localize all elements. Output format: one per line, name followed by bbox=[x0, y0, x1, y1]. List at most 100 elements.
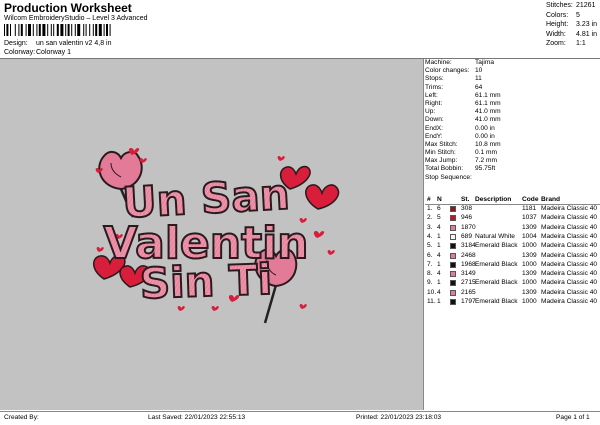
stop-cell-desc: Emerald Black bbox=[475, 260, 518, 268]
barcode-bar bbox=[53, 24, 55, 36]
stop-cell-code: 1181 bbox=[522, 205, 537, 212]
stop-cell-code: 1309 bbox=[522, 251, 537, 259]
machine-info-row: Machine: Tajima bbox=[425, 59, 600, 67]
summary-row: Height: 3.23 in bbox=[546, 21, 598, 29]
footer-created: Created By: bbox=[4, 414, 39, 421]
stop-table-row: 8. 4 3149 1309 Madeira Classic 40 bbox=[425, 270, 600, 279]
machine-info-key: EndX: bbox=[425, 124, 443, 132]
barcode-bar bbox=[67, 24, 70, 36]
machine-info-value: 41.0 mm bbox=[475, 116, 501, 124]
thread-color-swatch bbox=[450, 280, 456, 287]
machine-info-value: 10 bbox=[475, 67, 483, 75]
machine-info-value: 0.1 mm bbox=[475, 149, 497, 157]
barcode-bar bbox=[18, 24, 20, 36]
stop-table-row: 4. 1 689 Natural White 1004 Madeira Classic 4… bbox=[425, 233, 600, 242]
thread-color-swatch bbox=[450, 261, 456, 268]
stop-table-row: 7. 1 1968 Emerald Black 1000 Madeira Classic … bbox=[425, 261, 600, 270]
footer: Created By: Last Saved: 22/01/2023 22:55… bbox=[0, 411, 600, 425]
barcode-bar bbox=[74, 24, 76, 36]
stop-cell-n: 6 bbox=[437, 205, 441, 212]
barcode-bar bbox=[83, 24, 85, 36]
barcode-bar bbox=[36, 24, 38, 36]
machine-info-key: Stops: bbox=[425, 75, 444, 83]
stop-cell-brand: Madeira Classic 40 bbox=[541, 298, 598, 305]
summary-panel: Stitches: 21261 Colors: 5 Height: 3.23 in W… bbox=[546, 1, 597, 49]
stop-cell-brand: Madeira Classic 40 bbox=[541, 205, 598, 212]
stop-cell-st: 2165 bbox=[461, 288, 476, 296]
col-header-num: # bbox=[427, 196, 431, 203]
barcode-bar bbox=[71, 24, 73, 36]
machine-info-key: Trims: bbox=[425, 83, 444, 91]
stop-cell-n: 1 bbox=[437, 232, 441, 240]
software-name: Wilcom EmbroideryStudio – Level 3 Advanc… bbox=[4, 15, 148, 22]
stop-table-row: 6. 4 2468 1309 Madeira Classic 40 bbox=[425, 252, 600, 261]
stop-cell-st: 3149 bbox=[461, 270, 476, 278]
design-text: Un San Valentin Sin Ti bbox=[102, 169, 309, 310]
stop-cell-num: 10. bbox=[427, 288, 437, 296]
summary-row: Zoom: 1:1 bbox=[546, 40, 586, 48]
stop-cell-brand: Madeira Classic 40 bbox=[541, 242, 598, 250]
machine-info-row: Down: 41.0 mm bbox=[425, 116, 600, 124]
barcode-bar bbox=[47, 24, 49, 36]
machine-info-row: Stops: 11 bbox=[425, 75, 600, 83]
barcode-bar bbox=[85, 24, 87, 36]
stop-cell-n: 4 bbox=[437, 251, 441, 259]
stop-table-row: 2. 5 946 1037 Madeira Classic 40 bbox=[425, 214, 600, 223]
stop-cell-st: 308 bbox=[461, 205, 473, 212]
machine-info-row: Min Stitch: 0.1 mm bbox=[425, 149, 600, 157]
machine-info-value: 0.00 in bbox=[475, 124, 495, 132]
machine-info-value: 95.75ft bbox=[475, 165, 496, 173]
stop-table-header: # N St. Description Code Brand bbox=[425, 196, 600, 205]
thread-color-swatch bbox=[450, 252, 456, 259]
footer-saved: Last Saved: 22/01/2023 22:55:13 bbox=[148, 414, 246, 421]
barcode-bar bbox=[25, 24, 27, 36]
col-header-brand: Brand bbox=[541, 196, 561, 203]
stop-cell-code: 1000 bbox=[522, 298, 537, 305]
machine-info-row: EndY: 0.00 in bbox=[425, 133, 600, 141]
design-text-line3: Sin Ti bbox=[139, 255, 273, 309]
barcode-bar bbox=[42, 24, 46, 36]
machine-info-value: 41.0 mm bbox=[475, 108, 501, 116]
design-name: un san valentin v2 4,8 in bbox=[36, 40, 112, 47]
machine-info-row: Max Jump: 7.2 mm bbox=[425, 157, 600, 165]
stop-table-row: 10. 4 2165 1309 Madeira Classic 40 bbox=[425, 289, 600, 298]
barcode-bar bbox=[89, 24, 91, 36]
machine-info-key: Up: bbox=[425, 108, 436, 116]
stop-cell-brand: Madeira Classic 40 bbox=[541, 270, 598, 278]
barcode-bar bbox=[50, 24, 52, 36]
stop-table-row: 5. 1 3184 Emerald Black 1000 Madeira Classic … bbox=[425, 242, 600, 251]
stop-table-row: 9. 1 2715 Emerald Black 1000 Madeira Classic … bbox=[425, 279, 600, 288]
machine-info-key: EndY: bbox=[425, 132, 443, 140]
machine-info-value: 7.2 mm bbox=[475, 157, 497, 165]
barcode-bar bbox=[4, 24, 5, 36]
stop-cell-st: 946 bbox=[461, 214, 473, 222]
thread-color-swatch bbox=[450, 206, 456, 212]
machine-info-key: Max Stitch: bbox=[425, 140, 458, 148]
machine-info-value: 64 bbox=[475, 83, 483, 91]
stop-cell-num: 4. bbox=[427, 232, 433, 240]
thread-color-swatch bbox=[450, 233, 456, 240]
stop-cell-n: 5 bbox=[437, 214, 441, 222]
design-preview: Un San Valentin Sin Ti bbox=[0, 59, 424, 410]
stop-cell-n: 1 bbox=[437, 279, 441, 287]
summary-row: Stitches: 21261 bbox=[546, 2, 596, 9]
barcode-bar bbox=[92, 24, 94, 36]
stop-cell-n: 1 bbox=[437, 298, 441, 305]
thread-color-swatch bbox=[450, 289, 456, 296]
machine-info-key: Max Jump: bbox=[425, 157, 458, 165]
machine-info-row: Right: 61.1 mm bbox=[425, 100, 600, 108]
stop-cell-num: 2. bbox=[427, 214, 433, 222]
stop-cell-brand: Madeira Classic 40 bbox=[541, 232, 598, 240]
thread-color-swatch bbox=[450, 243, 456, 250]
stop-cell-code: 1309 bbox=[522, 270, 537, 278]
col-header-code: Code bbox=[522, 196, 539, 203]
stop-table-row: 1. 6 308 1181 Madeira Classic 40 bbox=[425, 205, 600, 214]
footer-page: Page 1 of 1 bbox=[556, 414, 590, 421]
colorway-label: Colorway: bbox=[4, 49, 36, 56]
barcode-bar bbox=[28, 24, 31, 36]
stop-cell-desc: Emerald Black bbox=[475, 279, 518, 287]
stop-cell-n: 4 bbox=[437, 223, 441, 231]
machine-info-key: Color changes: bbox=[425, 67, 470, 75]
stop-cell-num: 9. bbox=[427, 279, 433, 287]
stop-cell-code: 1309 bbox=[522, 288, 537, 296]
